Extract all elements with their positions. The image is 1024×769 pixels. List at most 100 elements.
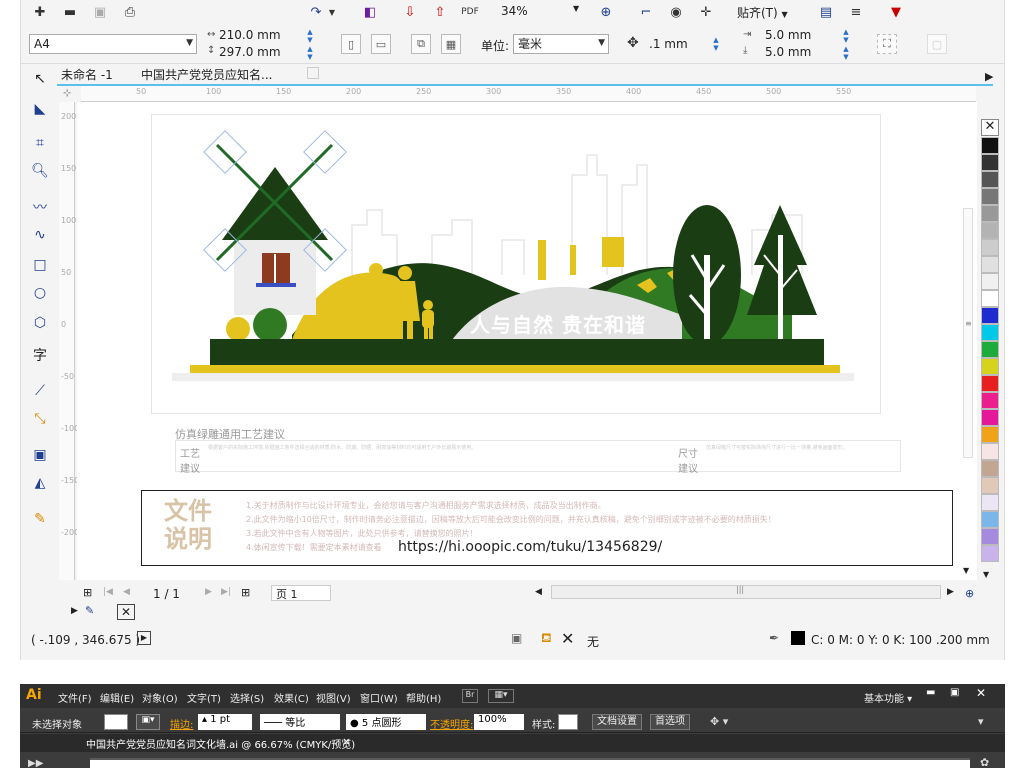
- pick-tool-icon[interactable]: ↖: [31, 70, 49, 88]
- dup-x-spinner[interactable]: ▲ ▼: [841, 28, 851, 44]
- current-page-icon[interactable]: ▦: [441, 34, 461, 54]
- menu-file[interactable]: 文件(F): [58, 690, 92, 705]
- menu-object[interactable]: 对象(O): [142, 690, 178, 705]
- color-swatch[interactable]: [981, 154, 999, 171]
- text-tool-icon[interactable]: 字: [31, 346, 49, 364]
- color-swatch[interactable]: [981, 460, 999, 477]
- polygon-tool-icon[interactable]: ⬡: [31, 314, 49, 332]
- ellipse-tool-icon[interactable]: ○: [31, 284, 49, 302]
- no-color-swatch-icon[interactable]: ✕: [981, 119, 999, 136]
- add-page-before-icon[interactable]: ⊞: [83, 586, 92, 599]
- height-spinner[interactable]: ▲ ▼: [305, 45, 315, 61]
- close-icon[interactable]: ✕: [976, 686, 986, 700]
- stroke-weight-field[interactable]: ▴ 1 pt: [198, 714, 252, 730]
- duplicate-y-field[interactable]: 5.0 mm: [765, 45, 811, 59]
- vertical-ruler[interactable]: 200 150 100 50 0 -50 -100 -150 -200: [59, 102, 79, 580]
- color-swatch[interactable]: [981, 256, 999, 273]
- color-swatch[interactable]: [981, 307, 999, 324]
- stroke-color-swatch[interactable]: ▣▾: [136, 714, 160, 730]
- pdf-icon[interactable]: PDF: [461, 3, 479, 21]
- brush-definition-select[interactable]: ● 5 点圆形: [346, 714, 426, 730]
- color-swatch[interactable]: [981, 409, 999, 426]
- color-swatch[interactable]: [981, 137, 999, 154]
- document-info-icon[interactable]: ▣: [511, 631, 522, 645]
- view-icon[interactable]: ◉: [667, 3, 685, 21]
- last-page-icon[interactable]: ▶|: [221, 587, 231, 597]
- vertical-scrollbar[interactable]: ≡: [963, 208, 973, 458]
- bridge-icon[interactable]: Br: [462, 689, 478, 703]
- portrait-icon[interactable]: ▯: [341, 34, 361, 54]
- menu-edit[interactable]: 编辑(E): [100, 690, 134, 705]
- redo-dropdown-icon[interactable]: ▼: [323, 3, 341, 21]
- ruler-origin-icon[interactable]: ⊹: [63, 88, 71, 99]
- guidelines-icon[interactable]: ✛: [697, 3, 715, 21]
- duplicate-x-field[interactable]: 5.0 mm: [765, 28, 811, 42]
- units-select[interactable]: 毫米 ▼: [513, 34, 609, 54]
- color-swatch[interactable]: [981, 188, 999, 205]
- eyedropper-tool-icon[interactable]: ✎: [31, 510, 49, 528]
- zoom-tool-icon[interactable]: 🔍︎: [31, 162, 49, 180]
- menu-help[interactable]: 帮助(H): [406, 690, 441, 705]
- navigator-icon[interactable]: ⊕: [965, 587, 974, 600]
- palette-scroll-icon[interactable]: ▼: [983, 570, 989, 579]
- page-size-select[interactable]: A4 ▼: [29, 34, 197, 54]
- color-swatch[interactable]: [981, 324, 999, 341]
- drawing-canvas[interactable]: 人与自然 贵在和谐 仿真绿雕通用工艺建议 工艺 建议 根据客户的实际施工环境,依据…: [77, 102, 977, 580]
- tab-current-document[interactable]: 中国共产党党员应知名...: [141, 66, 272, 83]
- color-swatch[interactable]: [981, 239, 999, 256]
- color-swatch[interactable]: [981, 443, 999, 460]
- zoom-level[interactable]: 34% ▼: [501, 4, 581, 20]
- freehand-tool-icon[interactable]: 〰: [31, 198, 49, 216]
- open-folder-icon[interactable]: ▬: [61, 3, 79, 21]
- crop-tool-icon[interactable]: ⌗: [31, 134, 49, 152]
- width-spinner[interactable]: ▲ ▼: [305, 28, 315, 44]
- transform-menu-icon[interactable]: ✥ ▾: [710, 715, 728, 728]
- landscape-icon[interactable]: ▭: [371, 34, 391, 54]
- color-swatch[interactable]: [981, 273, 999, 290]
- document-setup-button[interactable]: 文档设置: [592, 714, 642, 730]
- preferences-button[interactable]: 首选项: [650, 714, 690, 730]
- scroll-left-icon[interactable]: ◀: [535, 587, 542, 597]
- prev-page-icon[interactable]: ◀: [123, 587, 130, 597]
- rectangle-tool-icon[interactable]: □: [31, 256, 49, 274]
- scroll-down-icon[interactable]: ▼: [963, 566, 969, 575]
- eyedropper-small-icon[interactable]: ✎: [85, 604, 94, 617]
- color-swatch[interactable]: [981, 375, 999, 392]
- opacity-label[interactable]: 不透明度:: [430, 716, 473, 731]
- transparency-tool-icon[interactable]: ◭: [31, 474, 49, 492]
- color-swatch[interactable]: [981, 477, 999, 494]
- shadow-tool-icon[interactable]: ▣: [31, 446, 49, 464]
- menu-window[interactable]: 窗口(W): [360, 690, 398, 705]
- color-swatch[interactable]: [981, 222, 999, 239]
- artistic-media-icon[interactable]: ∿: [31, 226, 49, 244]
- tab-page-1[interactable]: 页 1: [271, 585, 331, 601]
- opacity-field[interactable]: 100%: [474, 714, 524, 730]
- graphic-style-swatch[interactable]: [558, 714, 578, 730]
- color-swatch[interactable]: [981, 511, 999, 528]
- menu-view[interactable]: 视图(V): [316, 690, 351, 705]
- color-swatch[interactable]: [981, 392, 999, 409]
- maximize-icon[interactable]: ▣: [950, 687, 959, 698]
- no-fill-swatch-icon[interactable]: ✕: [117, 604, 135, 620]
- ai-document-tab[interactable]: 中国共产党党员应知名词文化墙.ai @ 66.67% (CMYK/预览): [86, 736, 355, 751]
- new-tab-icon[interactable]: [307, 67, 319, 79]
- first-page-icon[interactable]: |◀: [103, 587, 113, 597]
- menu-effect[interactable]: 效果(C): [274, 690, 309, 705]
- save-icon[interactable]: ▣: [91, 3, 109, 21]
- arrange-documents-icon[interactable]: ▦▾: [488, 689, 514, 703]
- nudge-spinner[interactable]: ▲ ▼: [711, 36, 721, 52]
- launch-icon[interactable]: ▼: [887, 3, 905, 21]
- tab-untitled[interactable]: 未命名 -1: [61, 66, 113, 83]
- horizontal-scrollbar[interactable]: |||: [551, 585, 941, 599]
- horizontal-ruler[interactable]: 50 100 150 200 250 300 350 400 450 500 5…: [81, 86, 976, 102]
- color-swatch[interactable]: [981, 545, 999, 562]
- color-swatch[interactable]: [981, 290, 999, 307]
- scroll-right-icon[interactable]: ▶: [947, 587, 954, 597]
- color-swatch[interactable]: [981, 171, 999, 188]
- tab-close-icon[interactable]: ×: [342, 735, 351, 748]
- variable-width-select[interactable]: ─── 等比: [260, 714, 340, 730]
- minimize-icon[interactable]: ▬: [926, 687, 935, 698]
- color-panel-icon[interactable]: ✿: [980, 756, 989, 769]
- artwork-board[interactable]: 人与自然 贵在和谐: [151, 114, 881, 414]
- connector-tool-icon[interactable]: ⤡: [31, 410, 49, 428]
